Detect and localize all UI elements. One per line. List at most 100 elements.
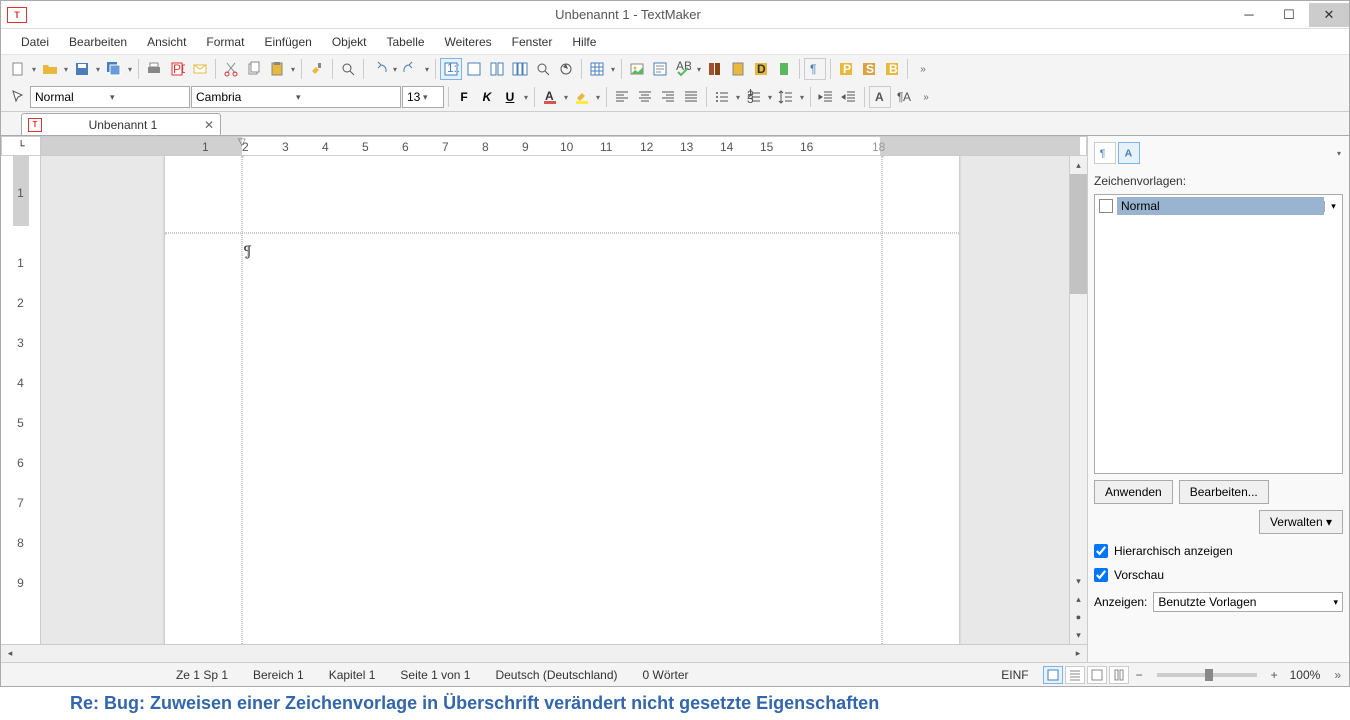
save-dropdown[interactable]: ▾ [94, 65, 102, 74]
bold-button[interactable]: F [453, 86, 475, 108]
view-normal-button[interactable] [1043, 666, 1063, 684]
print-button[interactable] [143, 58, 165, 80]
align-left-button[interactable] [611, 86, 633, 108]
line-spacing-button[interactable] [775, 86, 797, 108]
status-page[interactable]: Seite 1 von 1 [388, 668, 483, 682]
minimize-button[interactable]: ─ [1229, 3, 1269, 27]
format-paintbrush-button[interactable] [306, 58, 328, 80]
undo-button[interactable] [368, 58, 390, 80]
underline-dropdown[interactable]: ▾ [522, 93, 530, 102]
presentations-button[interactable]: S [858, 58, 880, 80]
toolbar2-overflow-icon[interactable]: » [915, 86, 937, 108]
reference-button[interactable] [773, 58, 795, 80]
font-size-combo[interactable]: 13▾ [402, 86, 444, 108]
sidebar-tab-paragraph-styles[interactable]: ¶ [1094, 142, 1116, 164]
zoom-value[interactable]: 100% [1284, 668, 1327, 682]
goto-button[interactable] [555, 58, 577, 80]
numbering-button[interactable]: 123 [743, 86, 765, 108]
menu-datei[interactable]: Datei [11, 31, 59, 53]
decrease-indent-button[interactable] [815, 86, 837, 108]
insert-image-button[interactable] [626, 58, 648, 80]
status-position[interactable]: Ze 1 Sp 1 [1, 668, 241, 682]
menu-objekt[interactable]: Objekt [322, 31, 377, 53]
view-mode-2-button[interactable] [463, 58, 485, 80]
menu-weiteres[interactable]: Weiteres [435, 31, 502, 53]
menu-format[interactable]: Format [196, 31, 254, 53]
view-continuous-button[interactable] [1109, 666, 1129, 684]
menu-bearbeiten[interactable]: Bearbeiten [59, 31, 137, 53]
font-combo[interactable]: Cambria▾ [191, 86, 401, 108]
paste-dropdown[interactable]: ▾ [289, 65, 297, 74]
font-color-button[interactable]: A [539, 86, 561, 108]
insert-textframe-button[interactable] [649, 58, 671, 80]
character-format-button[interactable]: A [869, 86, 891, 108]
numbering-dropdown[interactable]: ▾ [766, 93, 774, 102]
style-list-item[interactable]: Normal ▾ [1095, 195, 1342, 217]
align-justify-button[interactable] [680, 86, 702, 108]
statusbar-overflow-icon[interactable]: » [1326, 668, 1349, 682]
open-button[interactable] [39, 58, 61, 80]
email-button[interactable] [189, 58, 211, 80]
browse-object-icon[interactable]: ● [1070, 608, 1087, 626]
redo-dropdown[interactable]: ▾ [423, 65, 431, 74]
show-formatting-button[interactable]: ¶ [804, 58, 826, 80]
bullets-dropdown[interactable]: ▾ [734, 93, 742, 102]
copy-button[interactable] [243, 58, 265, 80]
line-spacing-dropdown[interactable]: ▾ [798, 93, 806, 102]
paragraph-style-combo[interactable]: Normal▾ [30, 86, 190, 108]
edit-button[interactable]: Bearbeiten... [1179, 480, 1269, 504]
view-master-button[interactable] [1065, 666, 1085, 684]
zoom-slider[interactable] [1157, 673, 1257, 677]
show-select[interactable]: Benutzte Vorlagen ▾ [1153, 592, 1343, 612]
document-tab[interactable]: T Unbenannt 1 ✕ [21, 113, 221, 135]
status-wordcount[interactable]: 0 Wörter [631, 668, 702, 682]
bullets-button[interactable] [711, 86, 733, 108]
doc-tab-close[interactable]: ✕ [204, 118, 214, 132]
page[interactable]: ¶ [165, 156, 959, 644]
find-button[interactable] [532, 58, 554, 80]
new-dropdown[interactable]: ▾ [30, 65, 38, 74]
insert-table-dropdown[interactable]: ▾ [609, 65, 617, 74]
basicmaker-button[interactable]: B [881, 58, 903, 80]
select-tool-button[interactable] [7, 86, 29, 108]
style-dropdown[interactable]: ▾ [1324, 201, 1342, 212]
horizontal-scrollbar[interactable]: ◂ ▸ [1, 644, 1087, 662]
hierarchical-checkbox-input[interactable] [1094, 544, 1108, 558]
spellcheck-dropdown[interactable]: ▾ [695, 65, 703, 74]
preview-checkbox[interactable]: Vorschau [1094, 568, 1343, 582]
close-button[interactable]: ✕ [1309, 3, 1349, 27]
view-mode-1-button[interactable]: 1:1 [440, 58, 462, 80]
toolbar-overflow-icon[interactable]: » [912, 58, 934, 80]
highlight-button[interactable] [571, 86, 593, 108]
prev-page-icon[interactable]: ▴ [1070, 590, 1087, 608]
status-language[interactable]: Deutsch (Deutschland) [483, 668, 630, 682]
pdf-export-button[interactable]: PDF [166, 58, 188, 80]
vertical-ruler[interactable]: 1 1 2 3 4 5 6 7 8 9 [1, 156, 41, 644]
style-list[interactable]: Normal ▾ [1094, 194, 1343, 474]
menu-fenster[interactable]: Fenster [502, 31, 563, 53]
menu-ansicht[interactable]: Ansicht [137, 31, 196, 53]
save-all-button[interactable] [103, 58, 125, 80]
zoom-in-button[interactable]: + [1265, 668, 1284, 682]
align-center-button[interactable] [634, 86, 656, 108]
planmaker-button[interactable]: P [835, 58, 857, 80]
paste-button[interactable] [266, 58, 288, 80]
view-mode-3-button[interactable] [486, 58, 508, 80]
apply-button[interactable]: Anwenden [1094, 480, 1173, 504]
menu-tabelle[interactable]: Tabelle [377, 31, 435, 53]
ruler-corner[interactable]: └ [1, 136, 41, 156]
spellcheck-button[interactable]: ABC [672, 58, 694, 80]
style-checkbox[interactable] [1099, 199, 1113, 213]
duden-button[interactable]: D [750, 58, 772, 80]
save-button[interactable] [71, 58, 93, 80]
vertical-scrollbar[interactable]: ▴ ▾ ▴ ● ▾ [1069, 156, 1087, 644]
font-color-dropdown[interactable]: ▾ [562, 93, 570, 102]
menu-einfuegen[interactable]: Einfügen [254, 31, 321, 53]
new-button[interactable] [7, 58, 29, 80]
align-right-button[interactable] [657, 86, 679, 108]
status-chapter[interactable]: Kapitel 1 [317, 668, 389, 682]
highlight-dropdown[interactable]: ▾ [594, 93, 602, 102]
increase-indent-button[interactable] [838, 86, 860, 108]
hierarchical-checkbox[interactable]: Hierarchisch anzeigen [1094, 544, 1343, 558]
document-canvas[interactable]: ¶ [41, 156, 1069, 644]
